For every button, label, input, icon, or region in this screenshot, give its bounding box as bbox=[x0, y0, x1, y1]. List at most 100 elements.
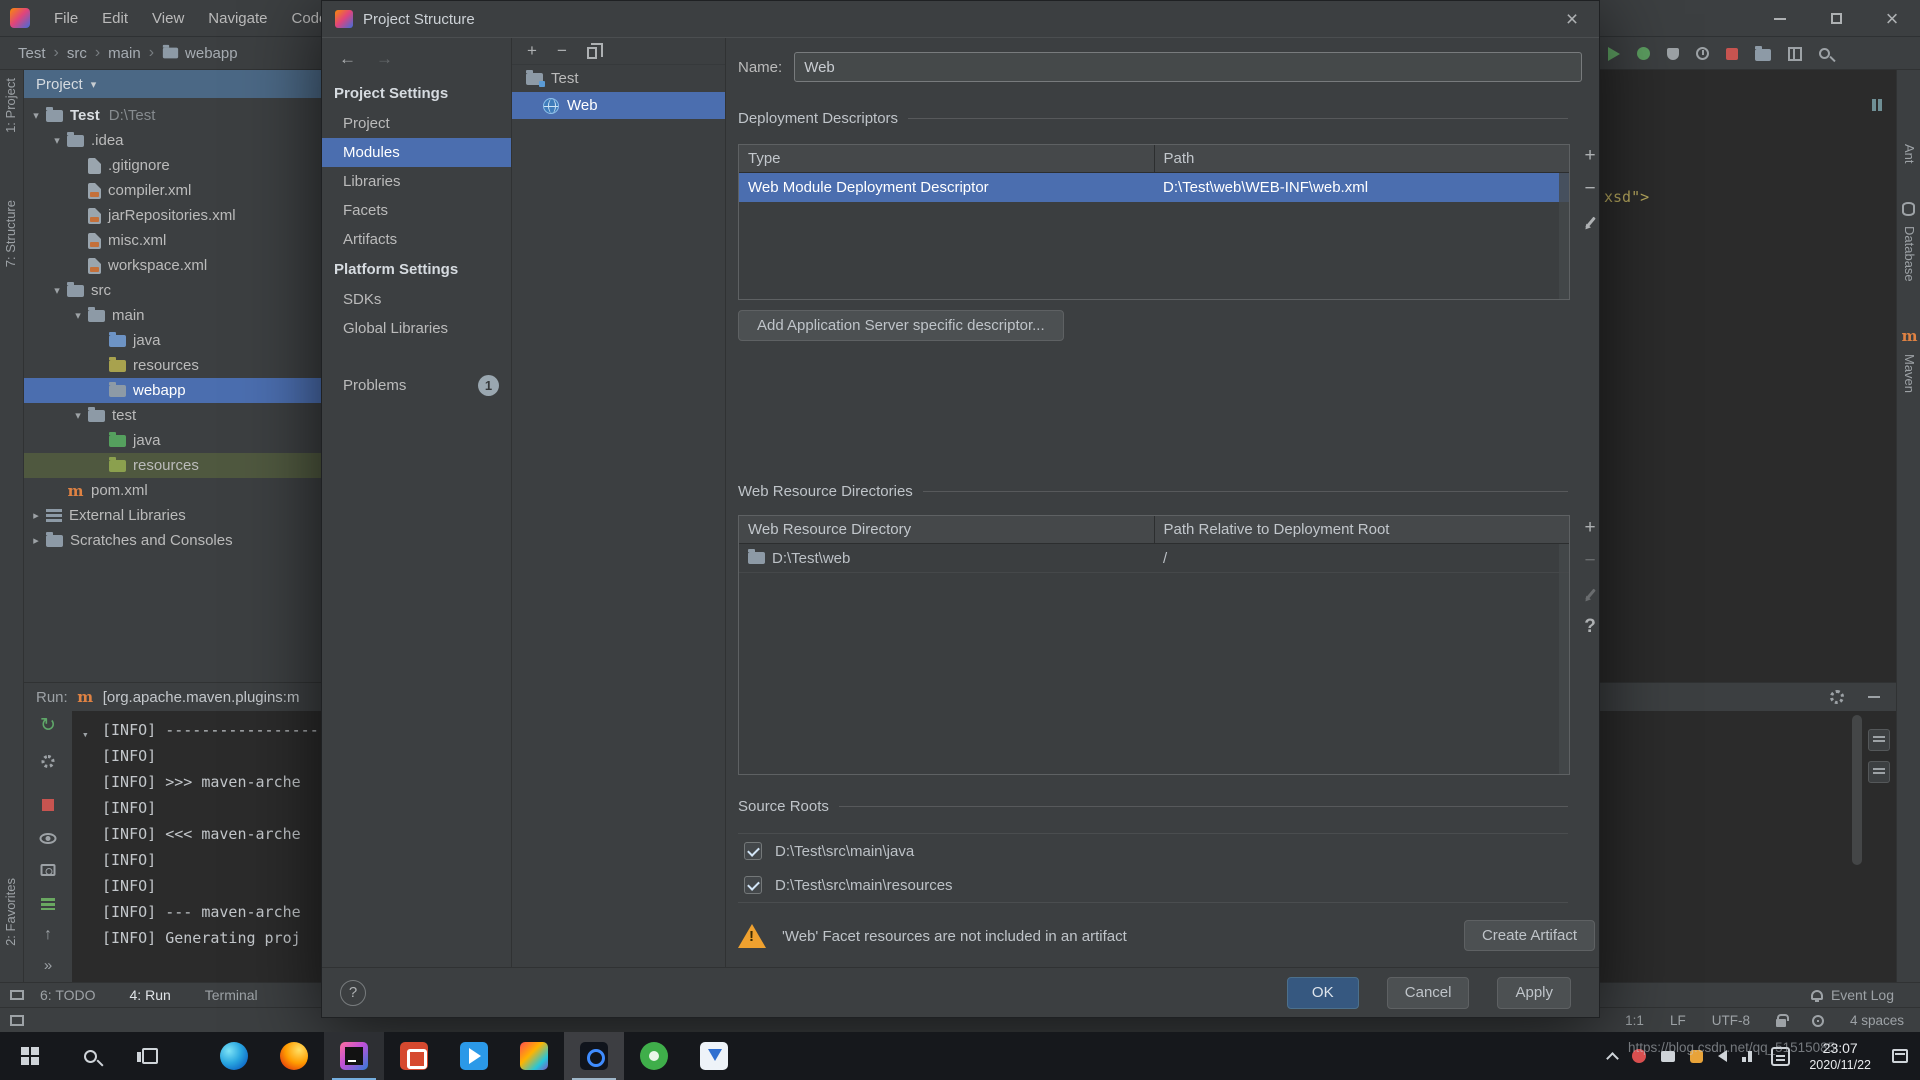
indent-setting[interactable]: 4 spaces bbox=[1850, 1013, 1904, 1028]
module-name-input[interactable] bbox=[794, 52, 1582, 82]
taskbar-app-firefox[interactable] bbox=[264, 1032, 324, 1080]
camera-icon[interactable] bbox=[40, 864, 56, 876]
copy-icon[interactable] bbox=[586, 42, 603, 59]
add-icon[interactable]: + bbox=[527, 41, 537, 61]
add-icon[interactable]: + bbox=[1584, 517, 1595, 538]
project-structure-icon[interactable] bbox=[1755, 45, 1771, 61]
table-scrollbar[interactable] bbox=[1559, 544, 1569, 774]
tray-app-icon[interactable] bbox=[1632, 1049, 1647, 1063]
caret-position[interactable]: 1:1 bbox=[1625, 1013, 1644, 1028]
dialog-nav-project[interactable]: Project bbox=[322, 109, 511, 138]
tree-item-resources[interactable]: resources bbox=[24, 453, 321, 478]
chevron-down-icon[interactable]: ▾ bbox=[49, 284, 65, 297]
layout-icon[interactable] bbox=[1788, 46, 1802, 61]
toolwindow-tab-4-run[interactable]: 4: Run bbox=[130, 987, 171, 1003]
stripe-ant-tab[interactable]: Ant bbox=[1902, 144, 1917, 164]
tree-item-jarrepositories-xml[interactable]: jarRepositories.xml bbox=[24, 203, 321, 228]
chevron-right-icon[interactable]: ▸ bbox=[28, 509, 44, 522]
add-descriptor-button[interactable]: Add Application Server specific descript… bbox=[738, 310, 1064, 341]
input-method-icon[interactable] bbox=[1771, 1046, 1791, 1066]
breadcrumb-test[interactable]: Test bbox=[18, 45, 46, 62]
tree-item-test[interactable]: ▾ test bbox=[24, 403, 321, 428]
dialog-nav-artifacts[interactable]: Artifacts bbox=[322, 225, 511, 254]
tree-item-java[interactable]: java bbox=[24, 328, 321, 353]
toolwindow-tab-terminal[interactable]: Terminal bbox=[205, 987, 258, 1003]
chevron-down-icon[interactable]: ▾ bbox=[70, 409, 86, 422]
edit-icon[interactable] bbox=[1584, 584, 1596, 604]
help-button[interactable]: ? bbox=[340, 979, 366, 1006]
table-row[interactable]: D:\Test\web / bbox=[739, 544, 1569, 573]
more-icon[interactable]: » bbox=[44, 957, 52, 974]
taskbar-clock[interactable]: 23:07 2020/11/22 bbox=[1805, 1039, 1875, 1073]
chevron-down-icon[interactable]: ▾ bbox=[70, 309, 86, 322]
back-icon[interactable]: ← bbox=[339, 49, 356, 69]
event-log-button[interactable]: Event Log bbox=[1810, 987, 1894, 1003]
ok-button[interactable]: OK bbox=[1286, 976, 1359, 1009]
tree-item-scratches-and-consoles[interactable]: ▸ Scratches and Consoles bbox=[24, 528, 321, 553]
rerun-icon[interactable]: ↻ bbox=[40, 716, 56, 735]
tree-item-pom-xml[interactable]: pom.xml bbox=[24, 478, 321, 503]
tree-item-resources[interactable]: resources bbox=[24, 353, 321, 378]
dialog-nav-sdks[interactable]: SDKs bbox=[322, 285, 511, 314]
volume-icon[interactable] bbox=[1718, 1050, 1728, 1062]
network-icon[interactable] bbox=[1742, 1050, 1756, 1062]
tree-item-idea[interactable]: ▾ .idea bbox=[24, 128, 321, 153]
chevron-down-icon[interactable]: ▾ bbox=[82, 722, 89, 748]
table-row[interactable]: Web Module Deployment Descriptor D:\Test\… bbox=[739, 173, 1569, 202]
chevron-down-icon[interactable]: ▾ bbox=[49, 134, 65, 147]
table-scrollbar[interactable] bbox=[1559, 173, 1569, 299]
tray-app-icon[interactable] bbox=[1690, 1049, 1704, 1063]
taskbar-search-button[interactable] bbox=[60, 1032, 120, 1080]
chevron-down-icon[interactable]: ▾ bbox=[28, 109, 44, 122]
debug-icon[interactable] bbox=[1637, 47, 1650, 60]
eye-icon[interactable] bbox=[39, 833, 57, 844]
dialog-titlebar[interactable]: Project Structure × bbox=[322, 1, 1599, 38]
menu-file[interactable]: File bbox=[42, 0, 90, 37]
stripe-structure-tab[interactable]: 7: Structure bbox=[3, 200, 18, 267]
task-view-button[interactable] bbox=[120, 1032, 180, 1080]
start-button[interactable] bbox=[0, 1032, 60, 1080]
stripe-database-tab[interactable]: Database bbox=[1902, 226, 1917, 282]
profiler-icon[interactable] bbox=[1696, 47, 1709, 60]
tree-item-java[interactable]: java bbox=[24, 428, 321, 453]
tree-item-main[interactable]: ▾ main bbox=[24, 303, 321, 328]
breadcrumb-webapp[interactable]: webapp bbox=[162, 45, 238, 62]
close-button[interactable]: × bbox=[1864, 0, 1920, 37]
create-artifact-button[interactable]: Create Artifact bbox=[1463, 920, 1595, 951]
taskbar-app-blue-app[interactable] bbox=[684, 1032, 744, 1080]
run-icon[interactable] bbox=[1608, 46, 1620, 61]
dialog-nav-problems[interactable]: Problems 1 bbox=[322, 371, 511, 400]
toolwindow-tab-6-todo[interactable]: 6: TODO bbox=[40, 987, 96, 1003]
breadcrumb-src[interactable]: src bbox=[67, 45, 87, 62]
dialog-nav-modules[interactable]: Modules bbox=[322, 138, 511, 167]
search-everywhere-icon[interactable] bbox=[1819, 48, 1830, 59]
menu-view[interactable]: View bbox=[140, 0, 196, 37]
forward-icon[interactable]: → bbox=[376, 49, 393, 69]
taskbar-app-vscode[interactable] bbox=[444, 1032, 504, 1080]
apply-button[interactable]: Apply bbox=[1497, 976, 1571, 1009]
taskbar-app-red-app[interactable] bbox=[384, 1032, 444, 1080]
line-separator[interactable]: LF bbox=[1670, 1013, 1686, 1028]
layers-icon[interactable] bbox=[41, 898, 55, 910]
taskbar-app-intellij[interactable] bbox=[324, 1032, 384, 1080]
source-root-checkbox[interactable] bbox=[744, 876, 762, 894]
maximize-button[interactable] bbox=[1808, 0, 1864, 37]
column-web-resource-directory[interactable]: Web Resource Directory bbox=[739, 516, 1155, 543]
stripe-maven-tab[interactable]: Maven bbox=[1902, 354, 1917, 393]
module-tree-item-web[interactable]: Web bbox=[512, 92, 725, 119]
toolwindow-switcher-icon[interactable] bbox=[10, 990, 24, 1000]
stop-icon[interactable] bbox=[1726, 47, 1738, 60]
collapse-icon[interactable]: ↑ bbox=[44, 926, 52, 944]
stripe-favorites-tab[interactable]: 2: Favorites bbox=[3, 878, 18, 946]
tray-app-icon[interactable] bbox=[1661, 1050, 1676, 1062]
dialog-nav-libraries[interactable]: Libraries bbox=[322, 167, 511, 196]
gear-icon[interactable] bbox=[1830, 690, 1844, 704]
add-icon[interactable]: + bbox=[1584, 145, 1595, 166]
module-tree-item-test[interactable]: Test bbox=[512, 65, 725, 92]
tree-item-compiler-xml[interactable]: compiler.xml bbox=[24, 178, 321, 203]
menu-edit[interactable]: Edit bbox=[90, 0, 140, 37]
remove-icon[interactable]: − bbox=[557, 41, 567, 61]
stop-icon[interactable] bbox=[42, 799, 54, 811]
tree-item-misc-xml[interactable]: misc.xml bbox=[24, 228, 321, 253]
cancel-button[interactable]: Cancel bbox=[1386, 976, 1470, 1009]
